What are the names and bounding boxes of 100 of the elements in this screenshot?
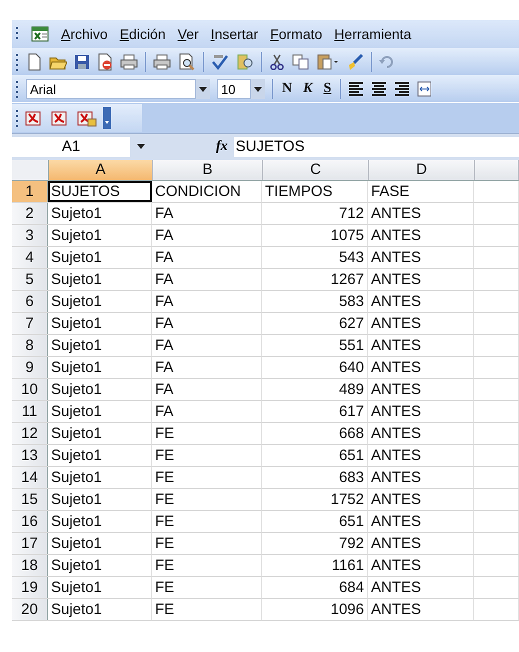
table-cell: 651 <box>262 511 368 532</box>
paintbrush-icon[interactable] <box>346 52 364 70</box>
row-header[interactable]: 11 <box>12 401 48 422</box>
table-cell: ANTES <box>368 599 474 620</box>
table-cell: 792 <box>262 533 368 554</box>
clipboard-icon[interactable] <box>317 52 339 70</box>
table-cell: 1075 <box>262 225 368 246</box>
table-cell: Sujeto1 <box>48 599 152 620</box>
table-cell: ANTES <box>368 335 474 356</box>
menu-item[interactable]: Formato <box>270 26 322 42</box>
table-cell: ANTES <box>368 247 474 268</box>
table-cell: FA <box>152 357 262 378</box>
magnifier-page-icon[interactable] <box>178 52 196 70</box>
table-cell: 627 <box>262 313 368 334</box>
copy-icon[interactable] <box>292 54 310 70</box>
table-cell: 668 <box>262 423 368 444</box>
table-cell: ANTES <box>368 269 474 290</box>
menu-item[interactable]: Edición <box>120 26 166 42</box>
table-cell: Sujeto1 <box>48 533 152 554</box>
row-header[interactable]: 14 <box>12 467 48 488</box>
row-header[interactable]: 13 <box>12 445 48 466</box>
table-cell: ANTES <box>368 533 474 554</box>
column-header[interactable]: D <box>369 160 475 180</box>
table-cell: 1096 <box>262 599 368 620</box>
table-cell: Sujeto1 <box>48 335 152 356</box>
table-cell: Sujeto1 <box>48 555 152 576</box>
style-button[interactable]: N <box>280 80 294 96</box>
name-box[interactable]: A1 <box>12 137 130 157</box>
row-header[interactable]: 3 <box>12 225 48 246</box>
dropdown-arrow-icon[interactable] <box>136 143 146 151</box>
table-cell: FA <box>152 291 262 312</box>
row-header[interactable]: 16 <box>12 511 48 532</box>
table-cell: FE <box>152 511 262 532</box>
overflow-chevron-icon[interactable] <box>103 107 111 129</box>
grip-icon <box>16 52 19 70</box>
table-cell: ANTES <box>368 357 474 378</box>
style-button[interactable]: S <box>321 80 334 96</box>
row-header[interactable]: 7 <box>12 313 48 334</box>
merge-cells-icon[interactable] <box>417 80 432 96</box>
book-magnifier-icon[interactable] <box>236 52 254 70</box>
menu-item[interactable]: Insertar <box>210 26 258 42</box>
table-cell: FE <box>152 445 262 466</box>
row-header[interactable]: 19 <box>12 577 48 598</box>
table-cell: FE <box>152 489 262 510</box>
row-header[interactable]: 15 <box>12 489 48 510</box>
scissors-icon[interactable] <box>269 54 285 70</box>
menu-item[interactable]: Ver <box>178 26 199 42</box>
align-icon[interactable] <box>371 82 388 96</box>
table-cell: Sujeto1 <box>48 445 152 466</box>
table-cell: FE <box>152 599 262 620</box>
row-header[interactable]: 17 <box>12 533 48 554</box>
font-dropdown[interactable]: Arial <box>26 78 196 98</box>
row-header[interactable]: 18 <box>12 555 48 576</box>
row-header[interactable]: 5 <box>12 269 48 290</box>
menu-item[interactable]: Herramienta <box>334 26 412 42</box>
align-icon[interactable] <box>394 82 410 96</box>
column-header[interactable]: A <box>49 160 153 180</box>
menu-item[interactable]: Archivo <box>61 26 108 42</box>
row-header[interactable]: 9 <box>12 357 48 378</box>
table-cell: Sujeto1 <box>48 203 152 224</box>
row-header[interactable]: 20 <box>12 599 48 620</box>
table-cell: FA <box>152 269 262 290</box>
printer-icon[interactable] <box>153 54 171 70</box>
table-cell: ANTES <box>368 489 474 510</box>
blank-page-icon[interactable] <box>26 52 42 70</box>
table-cell: Sujeto1 <box>48 247 152 268</box>
font-size-dropdown[interactable]: 10 <box>217 78 251 98</box>
row-header[interactable]: 6 <box>12 291 48 312</box>
row-header[interactable]: 1 <box>12 181 48 202</box>
printer-icon[interactable] <box>120 54 138 70</box>
table-cell: Sujeto1 <box>48 511 152 532</box>
column-header[interactable]: C <box>263 160 369 180</box>
table-cell: 543 <box>262 247 368 268</box>
row-header[interactable]: 8 <box>12 335 48 356</box>
table-cell: FA <box>152 401 262 422</box>
style-button[interactable]: K <box>301 80 314 96</box>
row-header[interactable]: 12 <box>12 423 48 444</box>
row-header[interactable]: 2 <box>12 203 48 224</box>
page-with-stop-sign-icon[interactable] <box>97 52 113 70</box>
table-cell: Sujeto1 <box>48 291 152 312</box>
row-header[interactable]: 4 <box>12 247 48 268</box>
spreadsheet-icon[interactable] <box>31 26 49 42</box>
table-cell: 651 <box>262 445 368 466</box>
table-cell: FE <box>152 577 262 598</box>
table-cell: 583 <box>262 291 368 312</box>
table-cell: 684 <box>262 577 368 598</box>
align-icon[interactable] <box>348 82 364 96</box>
function-label[interactable]: fx <box>216 139 228 155</box>
check-mark-icon[interactable] <box>211 54 229 70</box>
table-cell: ANTES <box>368 225 474 246</box>
table-cell: CONDICION <box>152 181 262 202</box>
table-cell: ANTES <box>368 313 474 334</box>
table-cell: FE <box>152 467 262 488</box>
row-header[interactable]: 10 <box>12 379 48 400</box>
formula-field[interactable]: SUJETOS <box>234 137 519 157</box>
table-cell: 640 <box>262 357 368 378</box>
table-cell: ANTES <box>368 555 474 576</box>
table-cell: Sujeto1 <box>48 401 152 422</box>
column-header[interactable]: B <box>153 160 263 180</box>
table-cell: ANTES <box>368 291 474 312</box>
